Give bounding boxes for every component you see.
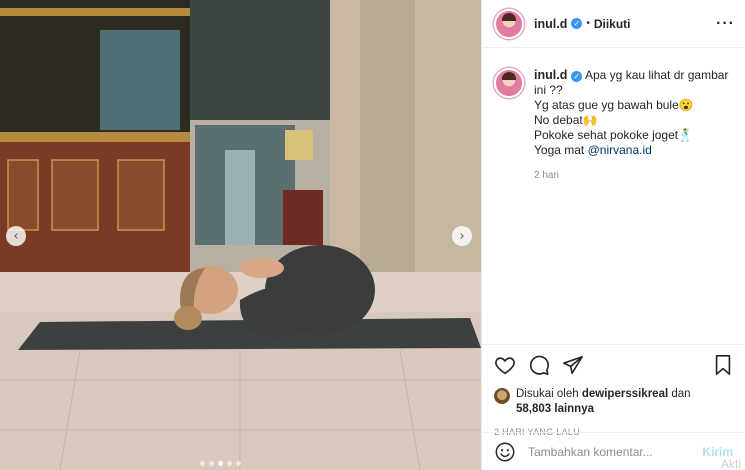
verified-badge-icon: ✓ <box>571 18 583 29</box>
post-side-panel: inul.d ✓ • Diikuti ··· inul.d ✓ Apa yg ka… <box>481 0 745 470</box>
carousel-prev-button[interactable]: ‹ <box>6 226 26 246</box>
liker-avatar[interactable] <box>494 388 510 404</box>
author-avatar[interactable] <box>494 8 524 39</box>
caption-line-3: No debat🙌 <box>534 113 598 127</box>
likes-prefix: Disukai oleh <box>516 388 579 400</box>
caption-author-username[interactable]: inul.d <box>534 68 567 82</box>
verified-badge-icon: ✓ <box>571 71 583 82</box>
caption-body: inul.d ✓ Apa yg kau lihat dr gambar ini ?… <box>534 68 733 183</box>
carousel-dot <box>200 461 205 466</box>
caption-timestamp[interactable]: 2 hari <box>534 168 733 183</box>
add-comment-bar: Kirim Akti <box>482 432 745 470</box>
caption-line-5-prefix: Yoga mat <box>534 143 588 157</box>
carousel-next-button[interactable]: › <box>452 226 472 246</box>
likes-text: Disukai oleh dewiperssikreal dan 58,803 … <box>516 387 691 417</box>
likes-joiner: dan <box>671 388 691 400</box>
carousel-dot <box>218 461 223 466</box>
caption-line-4: Pokoke sehat pokoke joget🕺 <box>534 128 694 142</box>
activate-windows-watermark: Akti <box>720 457 741 470</box>
comment-icon[interactable] <box>528 354 550 376</box>
post-header: inul.d ✓ • Diikuti ··· <box>482 0 745 48</box>
likes-count-button[interactable]: 58,803 lainnya <box>516 403 594 415</box>
caption-author-avatar[interactable] <box>494 68 524 98</box>
more-horizontal-icon[interactable]: ··· <box>716 15 735 33</box>
caption-area: inul.d ✓ Apa yg kau lihat dr gambar ini ?… <box>482 60 745 191</box>
carousel-dots <box>200 461 241 466</box>
mention-link[interactable]: @nirvana.id <box>588 143 652 157</box>
follow-status-button[interactable]: Diikuti <box>594 17 631 31</box>
caption-comment: inul.d ✓ Apa yg kau lihat dr gambar ini ?… <box>494 68 733 183</box>
comment-input[interactable] <box>528 444 698 459</box>
caption-line-2: Yg atas gue yg bawah bule😮 <box>534 98 694 112</box>
liker-username[interactable]: dewiperssikreal <box>582 388 668 400</box>
heart-icon[interactable] <box>494 354 516 376</box>
bookmark-icon[interactable] <box>713 354 733 376</box>
post-photo[interactable]: ‹ › <box>0 0 481 470</box>
likes-summary: Disukai oleh dewiperssikreal dan 58,803 … <box>494 387 733 417</box>
carousel-dot <box>236 461 241 466</box>
share-icon[interactable] <box>562 354 584 376</box>
carousel-dot <box>227 461 232 466</box>
action-icons <box>494 353 733 377</box>
post-actions: Disukai oleh dewiperssikreal dan 58,803 … <box>482 344 745 437</box>
author-username[interactable]: inul.d <box>534 17 567 31</box>
carousel-dot <box>209 461 214 466</box>
yoga-photo-illustration <box>0 0 481 470</box>
emoji-icon[interactable] <box>494 441 516 463</box>
caption-line-5: Yoga mat @nirvana.id <box>534 143 733 158</box>
header-separator: • <box>586 18 590 29</box>
